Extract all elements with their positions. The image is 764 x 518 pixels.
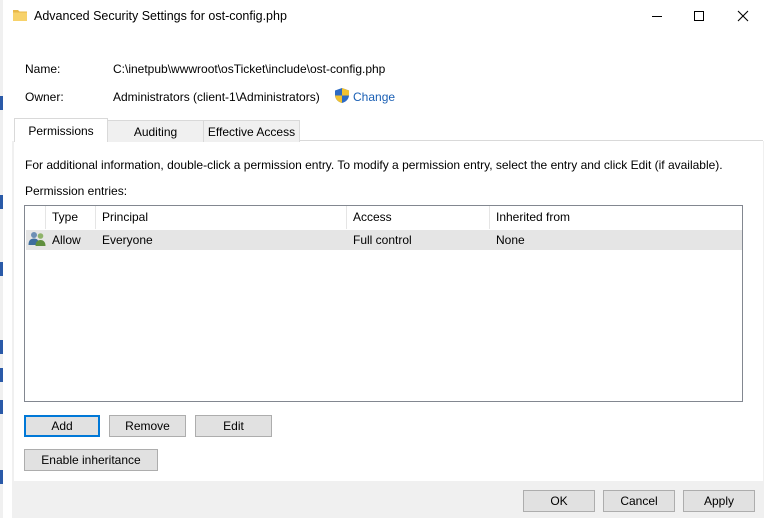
title-bar[interactable]: Advanced Security Settings for ost-confi… xyxy=(3,0,764,32)
maximize-icon xyxy=(694,11,704,21)
users-icon xyxy=(28,231,46,251)
minimize-icon xyxy=(652,16,662,17)
list-header: Type Principal Access Inherited from xyxy=(25,206,742,229)
owner-value: Administrators (client-1\Administrators) xyxy=(113,90,320,104)
permission-entries-list[interactable]: Type Principal Access Inherited from All… xyxy=(24,205,743,402)
background-edge-accent xyxy=(0,262,3,276)
cell-type: Allow xyxy=(52,233,81,247)
column-header-inherited-from[interactable]: Inherited from xyxy=(490,206,742,229)
background-edge-accent xyxy=(0,195,3,209)
change-owner-link[interactable]: Change xyxy=(353,90,395,104)
folder-icon xyxy=(13,8,27,21)
tab-label: Permissions xyxy=(28,123,94,138)
table-row[interactable]: Allow Everyone Full control None xyxy=(26,230,742,250)
instructions-text: For additional information, double-click… xyxy=(25,158,723,172)
permission-entries-label: Permission entries: xyxy=(25,184,128,198)
edit-button[interactable]: Edit xyxy=(195,415,272,437)
tab-label: Effective Access xyxy=(207,124,296,139)
window-title: Advanced Security Settings for ost-confi… xyxy=(34,9,287,23)
cell-access: Full control xyxy=(353,233,412,247)
column-header-access[interactable]: Access xyxy=(347,206,490,229)
column-header-icon[interactable] xyxy=(25,206,46,229)
background-edge-accent xyxy=(0,368,3,382)
maximize-button[interactable] xyxy=(677,0,721,32)
name-value: C:\inetpub\wwwroot\osTicket\include\ost-… xyxy=(113,62,386,76)
enable-inheritance-button[interactable]: Enable inheritance xyxy=(24,449,158,471)
tab-auditing[interactable]: Auditing xyxy=(107,120,204,142)
tab-permissions[interactable]: Permissions xyxy=(14,118,108,142)
background-edge-accent xyxy=(0,340,3,354)
column-header-type[interactable]: Type xyxy=(46,206,96,229)
tab-label: Auditing xyxy=(133,124,178,139)
ok-button[interactable]: OK xyxy=(523,490,595,512)
minimize-button[interactable] xyxy=(635,0,679,32)
close-icon xyxy=(737,10,749,22)
remove-button[interactable]: Remove xyxy=(109,415,186,437)
column-header-principal[interactable]: Principal xyxy=(96,206,347,229)
cancel-button[interactable]: Cancel xyxy=(603,490,675,512)
tab-effective-access[interactable]: Effective Access xyxy=(203,120,300,142)
background-edge-accent xyxy=(0,400,3,414)
add-button[interactable]: Add xyxy=(24,415,100,437)
uac-shield-icon xyxy=(334,87,350,107)
owner-label: Owner: xyxy=(25,90,64,104)
name-label: Name: xyxy=(25,62,61,76)
background-edge xyxy=(0,0,3,518)
background-edge-accent xyxy=(0,470,3,484)
close-button[interactable] xyxy=(721,0,764,32)
background-edge-accent xyxy=(0,96,3,110)
apply-button[interactable]: Apply xyxy=(683,490,755,512)
cell-inherited-from: None xyxy=(496,233,525,247)
cell-principal: Everyone xyxy=(102,233,153,247)
